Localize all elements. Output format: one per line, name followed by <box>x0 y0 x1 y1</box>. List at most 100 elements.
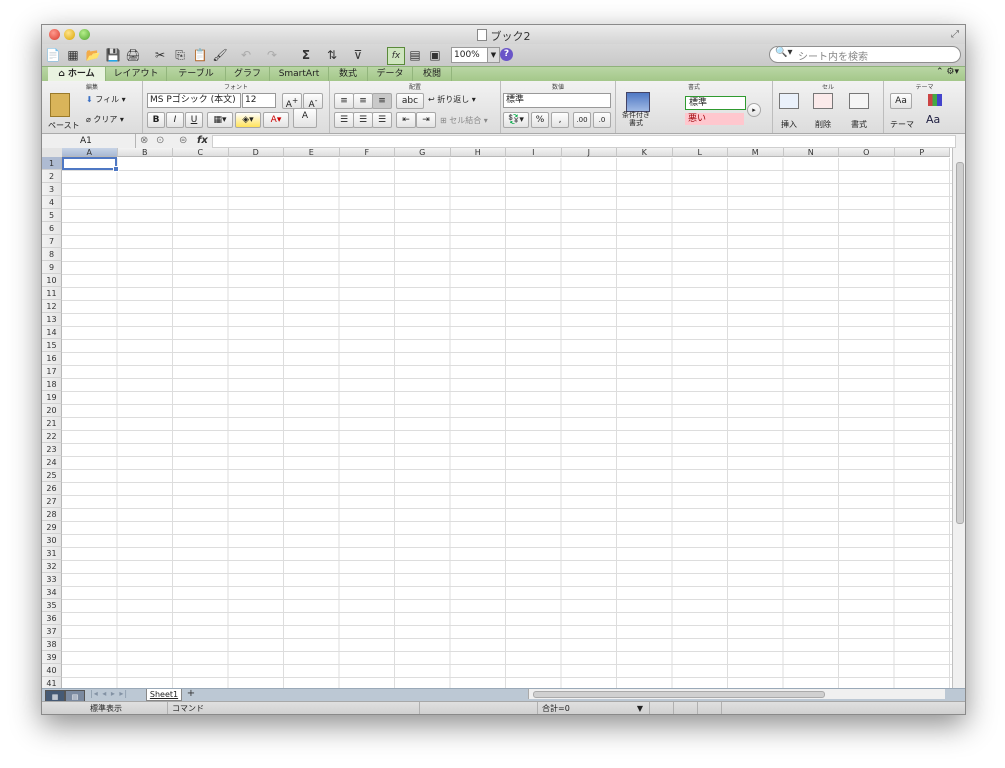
row-header[interactable]: 25 <box>42 469 62 482</box>
theme-colors-icon[interactable] <box>928 94 942 106</box>
search-input[interactable]: 🔍▾ シート内を検索 <box>769 46 961 63</box>
row-header[interactable]: 10 <box>42 274 62 287</box>
row-header[interactable]: 7 <box>42 235 62 248</box>
tab-formulas[interactable]: 数式 <box>329 67 368 81</box>
row-header[interactable]: 40 <box>42 664 62 677</box>
orientation-button[interactable]: abc <box>396 93 424 109</box>
fill-handle[interactable] <box>113 166 119 172</box>
decrease-indent-button[interactable]: ⇤ <box>396 112 416 128</box>
row-header[interactable]: 21 <box>42 417 62 430</box>
filter-icon[interactable]: ⊽ <box>350 47 366 63</box>
row-header[interactable]: 8 <box>42 248 62 261</box>
clear-button[interactable]: ⌀ クリア ▾ <box>86 114 124 125</box>
align-right-button[interactable]: ☰ <box>372 112 392 128</box>
underline-button[interactable]: U <box>185 112 203 128</box>
delete-label[interactable]: 削除 <box>815 119 831 130</box>
decrease-decimal-button[interactable]: .0 <box>593 112 611 128</box>
column-header[interactable]: F <box>339 148 395 157</box>
cancel-icon[interactable]: ⊗ <box>140 135 148 146</box>
zoom-input[interactable]: 100% <box>451 47 489 63</box>
column-header[interactable]: D <box>228 148 284 157</box>
text-effects-button[interactable]: A <box>293 108 317 128</box>
font-size-select[interactable]: 12 <box>242 93 276 108</box>
row-header[interactable]: 30 <box>42 534 62 547</box>
paste-clipboard-icon[interactable] <box>50 93 70 117</box>
row-header[interactable]: 3 <box>42 183 62 196</box>
conditional-format-icon[interactable] <box>626 92 650 112</box>
help-icon[interactable]: ? <box>500 48 513 61</box>
row-header[interactable]: 31 <box>42 547 62 560</box>
row-header[interactable]: 37 <box>42 625 62 638</box>
sum-status[interactable]: 合計=0 ▼ <box>538 702 650 714</box>
row-header[interactable]: 17 <box>42 365 62 378</box>
row-header[interactable]: 38 <box>42 638 62 651</box>
row-header[interactable]: 26 <box>42 482 62 495</box>
row-header[interactable]: 19 <box>42 391 62 404</box>
delete-cells-icon[interactable] <box>813 93 833 109</box>
sheet-nav-arrows[interactable]: |◂ ◂ ▸ ▸| <box>90 689 128 698</box>
formula-input[interactable] <box>212 135 956 148</box>
toolbox-icon[interactable]: ▤ <box>407 47 423 63</box>
style-normal[interactable]: 標準 <box>685 96 746 110</box>
copy-icon[interactable]: ⎘ <box>172 47 188 63</box>
row-header[interactable]: 6 <box>42 222 62 235</box>
row-header[interactable]: 15 <box>42 339 62 352</box>
tab-layout[interactable]: レイアウト <box>106 67 167 81</box>
sort-icon[interactable]: ⇅ <box>324 47 340 63</box>
new-document-icon[interactable]: 📄 <box>45 47 61 63</box>
column-header[interactable]: M <box>728 148 784 157</box>
insert-cells-icon[interactable] <box>779 93 799 109</box>
fill-color-button[interactable]: ◈▾ <box>235 112 261 128</box>
column-header[interactable]: B <box>117 148 173 157</box>
paste-icon[interactable]: 📋 <box>192 47 208 63</box>
insert-function-icon[interactable]: fx <box>197 135 208 146</box>
name-box[interactable]: A1 <box>42 134 136 148</box>
cut-icon[interactable]: ✂ <box>152 47 168 63</box>
column-header[interactable]: E <box>284 148 340 157</box>
add-sheet-button[interactable]: + <box>184 689 198 699</box>
format-label[interactable]: 書式 <box>851 119 867 130</box>
format-cells-icon[interactable] <box>849 93 869 109</box>
row-header[interactable]: 16 <box>42 352 62 365</box>
bold-button[interactable]: B <box>147 112 165 128</box>
row-header[interactable]: 12 <box>42 300 62 313</box>
currency-button[interactable]: 💱▾ <box>503 112 529 128</box>
insert-label[interactable]: 挿入 <box>781 119 797 130</box>
tab-home[interactable]: ⌂ ホーム <box>48 67 106 81</box>
cell-grid[interactable] <box>62 158 952 688</box>
row-header[interactable]: 28 <box>42 508 62 521</box>
tab-data[interactable]: データ <box>368 67 413 81</box>
undo-icon[interactable]: ↶ <box>238 47 254 63</box>
font-name-select[interactable]: MS Pゴシック (本文) <box>147 93 241 108</box>
gallery-icon[interactable]: ▦ <box>65 47 81 63</box>
save-icon[interactable]: 💾 <box>105 47 121 63</box>
fullscreen-icon[interactable]: ⤢ <box>951 29 959 40</box>
row-header[interactable]: 35 <box>42 599 62 612</box>
column-header[interactable]: A <box>62 148 118 157</box>
horizontal-scrollbar[interactable] <box>528 689 945 699</box>
vertical-scroll-thumb[interactable] <box>956 162 964 524</box>
conditional-format-label[interactable]: 条件付き 書式 <box>622 111 650 127</box>
selected-cell-a1[interactable] <box>62 157 119 172</box>
row-header[interactable]: 14 <box>42 326 62 339</box>
ribbon-collapse-icon[interactable]: ⌃ ⚙▾ <box>936 67 959 77</box>
row-header[interactable]: 18 <box>42 378 62 391</box>
column-header[interactable]: J <box>561 148 617 157</box>
style-gallery-next-button[interactable]: ▸ <box>747 103 761 117</box>
column-header[interactable]: K <box>617 148 673 157</box>
worksheet-grid[interactable]: ABCDEFGHIJKLMNOP 1 2 3 4 5 6 7 8 9 10 11 12 13 14 15 16… <box>42 148 952 688</box>
column-header[interactable]: N <box>783 148 839 157</box>
format-painter-icon[interactable]: 🖌 <box>212 47 228 63</box>
confirm-icon[interactable]: ⊙ <box>156 135 164 146</box>
row-header[interactable]: 13 <box>42 313 62 326</box>
merge-cells-button[interactable]: ⊞ セル結合 ▾ <box>440 115 488 126</box>
formula-builder-icon[interactable]: fx <box>387 47 405 65</box>
sheet-tab-sheet1[interactable]: Sheet1 <box>146 689 182 701</box>
themes-button[interactable]: Aa <box>890 93 912 109</box>
row-header[interactable]: 20 <box>42 404 62 417</box>
fill-button[interactable]: ⬇ フィル ▾ <box>86 94 126 105</box>
comma-button[interactable]: , <box>551 112 569 128</box>
column-header[interactable]: I <box>506 148 562 157</box>
wrap-text-button[interactable]: ↩ 折り返し ▾ <box>428 94 476 105</box>
italic-button[interactable]: I <box>166 112 184 128</box>
